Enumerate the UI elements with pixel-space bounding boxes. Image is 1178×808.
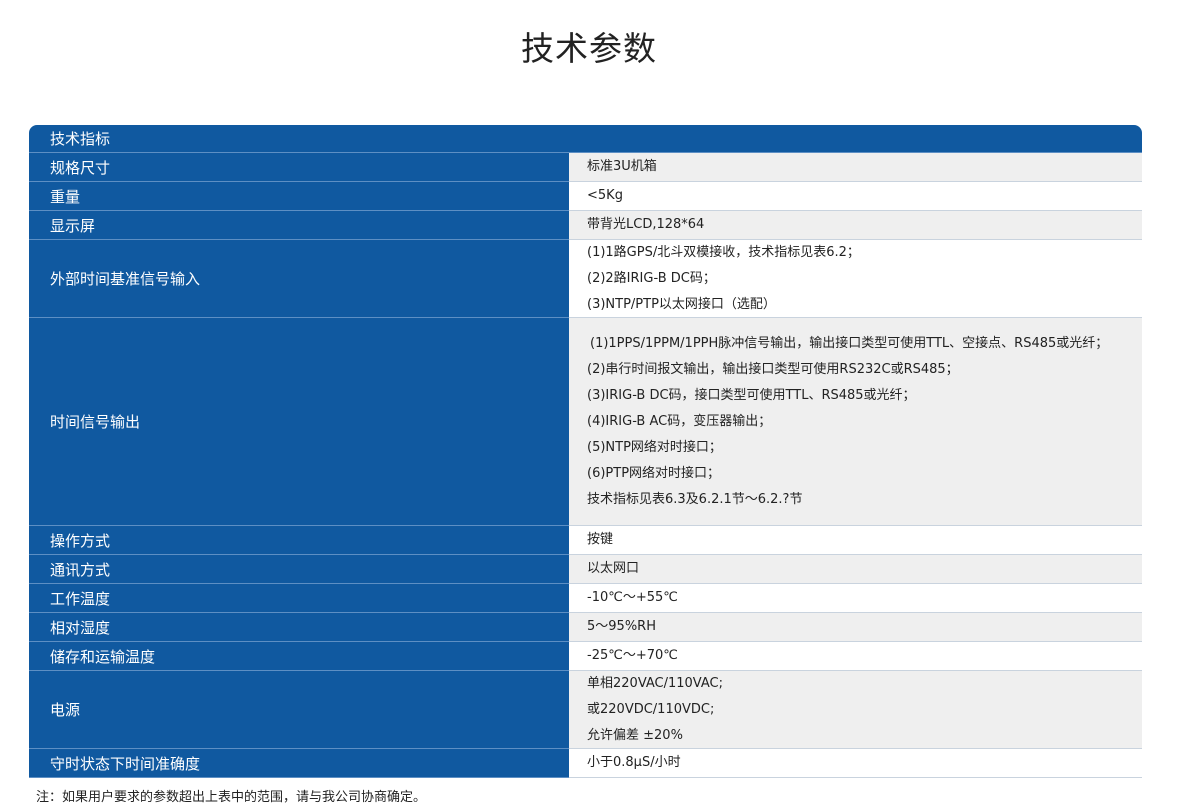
value-line: 单相220VAC/110VAC; — [587, 675, 723, 691]
row-key: 外部时间基准信号输入 — [29, 240, 569, 318]
row-value: (1)1路GPS/北斗双模接收，技术指标见表6.2； (2)2路IRIG-B D… — [569, 240, 1142, 317]
value-line: 5～95%RH — [587, 619, 656, 634]
value-line: 以太网口 — [587, 561, 640, 576]
table-row: 重量 <5Kg — [29, 182, 1142, 211]
row-key: 通讯方式 — [29, 555, 569, 584]
value-line: 技术指标见表6.3及6.2.1节～6.2.?节 — [587, 491, 803, 507]
row-key: 守时状态下时间准确度 — [29, 749, 569, 778]
value-line: (5)NTP网络对时接口； — [587, 439, 722, 455]
row-key: 相对湿度 — [29, 613, 569, 642]
table-row: 外部时间基准信号输入 (1)1路GPS/北斗双模接收，技术指标见表6.2； (2… — [29, 240, 1142, 318]
row-key: 重量 — [29, 182, 569, 211]
value-line: 或220VDC/110VDC; — [587, 701, 715, 717]
row-value: (1)1PPS/1PPM/1PPH脉冲信号输出，输出接口类型可使用TTL、空接点… — [569, 318, 1142, 525]
row-value: 5～95%RH — [569, 613, 1142, 641]
table-row: 显示屏 带背光LCD,128*64 — [29, 211, 1142, 240]
value-line: -25℃～+70℃ — [587, 648, 678, 663]
row-value: -25℃～+70℃ — [569, 642, 1142, 670]
table-header: 技术指标 — [29, 125, 1142, 153]
row-value: 按键 — [569, 526, 1142, 554]
value-line: 按键 — [587, 532, 614, 547]
value-line: (2)串行时间报文输出，输出接口类型可使用RS232C或RS485； — [587, 361, 959, 377]
value-line: <5Kg — [587, 188, 623, 203]
value-line: (4)IRIG-B AC码，变压器输出； — [587, 413, 772, 429]
spec-table: 技术指标 规格尺寸 标准3U机箱 重量 <5Kg 显示屏 带背光LCD,128*… — [29, 125, 1142, 778]
value-line: 带背光LCD,128*64 — [587, 217, 705, 232]
value-line: (6)PTP网络对时接口； — [587, 465, 721, 481]
value-line: 标准3U机箱 — [587, 159, 657, 174]
row-key: 储存和运输温度 — [29, 642, 569, 671]
value-line: 小于0.8μS/小时 — [587, 755, 681, 770]
table-row: 通讯方式 以太网口 — [29, 555, 1142, 584]
row-value: <5Kg — [569, 182, 1142, 210]
table-row: 相对湿度 5～95%RH — [29, 613, 1142, 642]
row-value: 带背光LCD,128*64 — [569, 211, 1142, 239]
table-row: 时间信号输出 (1)1PPS/1PPM/1PPH脉冲信号输出，输出接口类型可使用… — [29, 318, 1142, 526]
value-line: (3)IRIG-B DC码，接口类型可使用TTL、RS485或光纤； — [587, 387, 916, 403]
row-value: 单相220VAC/110VAC; 或220VDC/110VDC; 允许偏差 ±2… — [569, 671, 1142, 748]
value-line: (3)NTP/PTP以太网接口（选配） — [587, 296, 776, 312]
value-line: (1)1PPS/1PPM/1PPH脉冲信号输出，输出接口类型可使用TTL、空接点… — [590, 335, 1109, 351]
row-key: 显示屏 — [29, 211, 569, 240]
row-value: 小于0.8μS/小时 — [569, 749, 1142, 777]
row-key: 时间信号输出 — [29, 318, 569, 526]
value-line: -10℃～+55℃ — [587, 590, 678, 605]
table-row: 规格尺寸 标准3U机箱 — [29, 153, 1142, 182]
row-value: -10℃～+55℃ — [569, 584, 1142, 612]
page-title: 技术参数 — [521, 29, 657, 68]
table-row: 工作温度 -10℃～+55℃ — [29, 584, 1142, 613]
footnote: 注：如果用户要求的参数超出上表中的范围，请与我公司协商确定。 — [36, 790, 427, 805]
table-row: 守时状态下时间准确度 小于0.8μS/小时 — [29, 749, 1142, 778]
value-line: 允许偏差 ±20% — [587, 727, 683, 743]
table-row: 储存和运输温度 -25℃～+70℃ — [29, 642, 1142, 671]
row-key: 工作温度 — [29, 584, 569, 613]
value-line: (2)2路IRIG-B DC码； — [587, 270, 716, 286]
row-value: 以太网口 — [569, 555, 1142, 583]
table-row: 电源 单相220VAC/110VAC; 或220VDC/110VDC; 允许偏差… — [29, 671, 1142, 749]
row-value: 标准3U机箱 — [569, 153, 1142, 181]
row-key: 操作方式 — [29, 526, 569, 555]
table-row: 操作方式 按键 — [29, 526, 1142, 555]
row-key: 电源 — [29, 671, 569, 749]
value-line: (1)1路GPS/北斗双模接收，技术指标见表6.2； — [587, 244, 860, 260]
row-key: 规格尺寸 — [29, 153, 569, 182]
